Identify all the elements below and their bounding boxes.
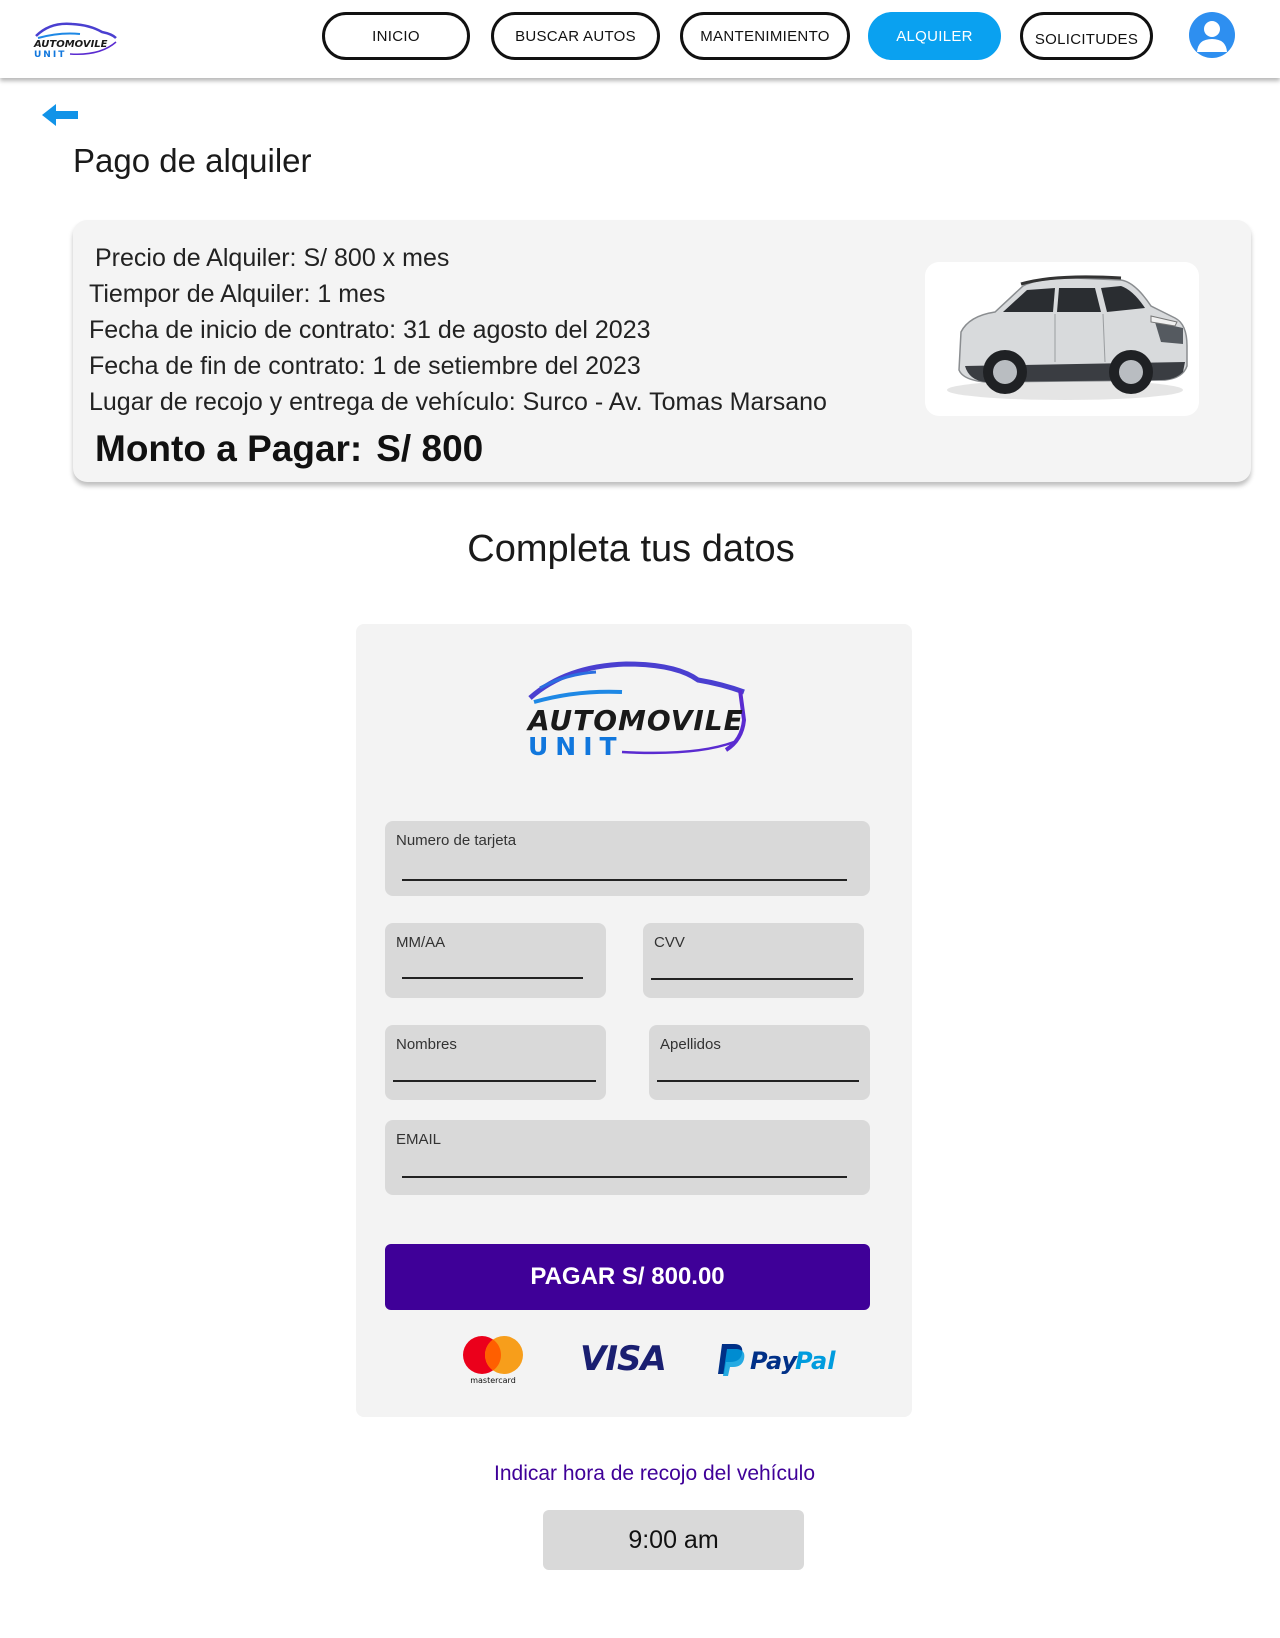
cvv-label: CVV [654,934,685,951]
svg-text:mastercard: mastercard [470,1376,516,1385]
first-name-input[interactable] [393,1059,596,1081]
expiry-field[interactable]: MM/AA [385,923,606,998]
svg-text:UNIT: UNIT [528,732,624,760]
rental-summary-card: Precio de Alquiler: S/ 800 x mes Tiempor… [73,220,1251,482]
expiry-underline [402,977,583,979]
total-value: S/ 800 [376,428,484,469]
top-navigation-bar: AUTOMOVILE UNIT INICIO BUSCAR AUTOS MANT… [0,0,1280,78]
svg-text:Pal: Pal [795,1347,836,1375]
paypal-icon: Pay Pal [718,1344,836,1376]
visa-icon: VISA [580,1339,667,1376]
last-name-field[interactable]: Apellidos [649,1025,870,1100]
automovile-unit-logo[interactable]: AUTOMOVILE UNIT [30,16,120,60]
nav-solicitudes[interactable]: SOLICITUDES [1020,12,1153,60]
cvv-input[interactable] [651,957,853,979]
summary-start-date: Fecha de inicio de contrato: 31 de agost… [89,316,651,344]
pay-button[interactable]: PAGAR S/ 800.00 [385,1244,870,1310]
email-field[interactable]: EMAIL [385,1120,870,1195]
white-suv-image [947,275,1188,400]
last-name-input[interactable] [657,1059,859,1081]
summary-location: Lugar de recojo y entrega de vehículo: S… [89,388,827,416]
automovile-unit-logo-large: AUTOMOVILE UNIT [526,661,747,760]
email-underline [402,1176,847,1178]
user-avatar-icon[interactable] [1189,12,1235,58]
email-label: EMAIL [396,1131,442,1148]
expiry-input[interactable] [402,957,583,979]
nav-inicio[interactable]: INICIO [322,12,470,60]
nav-mantenimiento[interactable]: MANTENIMIENTO [680,12,850,60]
svg-text:Pay: Pay [750,1347,799,1375]
last-name-underline [657,1080,859,1082]
payment-form-card: AUTOMOVILE UNIT Numero de tarjeta MM/AA … [356,624,912,1417]
email-input[interactable] [402,1156,847,1178]
total-amount: Monto a Pagar: S/ 800 [95,428,483,470]
page-title: Pago de alquiler [73,142,312,179]
pickup-time-link[interactable]: Indicar hora de recojo del vehículo [494,1462,815,1486]
summary-duration: Tiempor de Alquiler: 1 mes [89,280,386,308]
arrow-left-icon[interactable] [40,100,82,130]
last-name-label: Apellidos [660,1036,721,1053]
summary-price: Precio de Alquiler: S/ 800 x mes [95,244,450,272]
card-number-underline [402,879,847,881]
total-label: Monto a Pagar: [95,428,363,469]
card-number-label: Numero de tarjeta [396,832,517,849]
car-image [925,262,1199,416]
expiry-label: MM/AA [396,934,446,951]
first-name-underline [393,1080,596,1082]
nav-alquiler[interactable]: ALQUILER [868,12,1001,60]
mastercard-icon: mastercard [463,1336,523,1385]
svg-text:AUTOMOVILE: AUTOMOVILE [33,39,108,50]
form-section-title: Completa tus datos [467,528,795,570]
first-name-label: Nombres [396,1036,457,1053]
card-number-field[interactable]: Numero de tarjeta [385,821,870,896]
svg-text:UNIT: UNIT [34,50,66,60]
first-name-field[interactable]: Nombres [385,1025,606,1100]
cvv-field[interactable]: CVV [643,923,864,998]
summary-end-date: Fecha de fin de contrato: 1 de setiembre… [89,352,641,380]
svg-text:VISA: VISA [580,1339,666,1376]
cvv-underline [651,978,853,980]
card-number-input[interactable] [402,857,847,879]
nav-buscar-autos[interactable]: BUSCAR AUTOS [491,12,660,60]
pickup-time-selector[interactable]: 9:00 am [543,1510,804,1570]
